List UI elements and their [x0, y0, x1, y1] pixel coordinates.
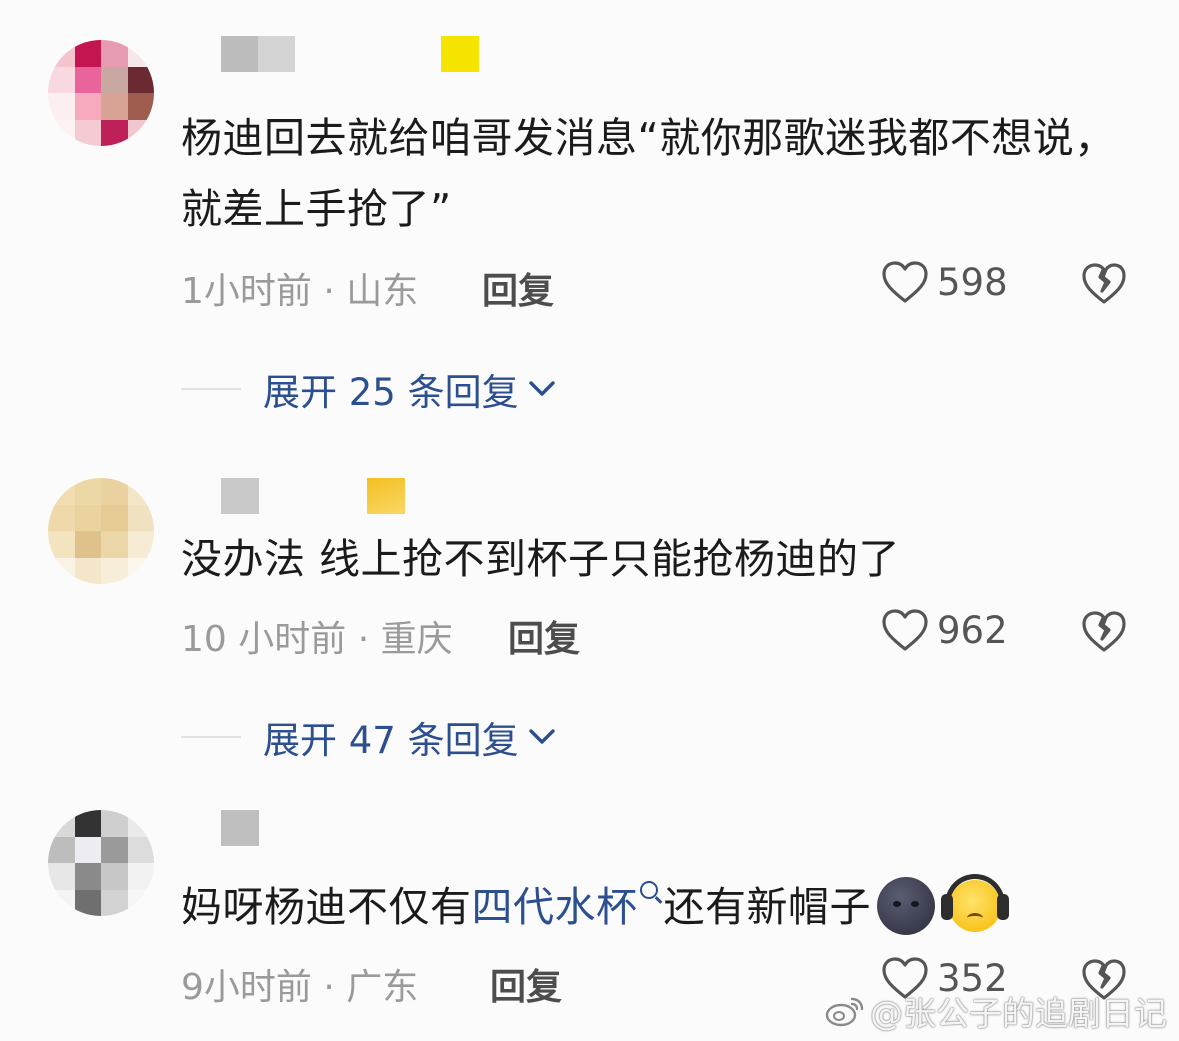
like-button[interactable]: 962 — [881, 607, 1008, 653]
expand-replies[interactable]: 展开 47 条回复 — [181, 710, 557, 764]
expand-replies-label: 展开 47 条回复 — [263, 719, 519, 762]
avatar[interactable] — [48, 810, 154, 916]
reply-button[interactable]: 回复 — [482, 262, 554, 314]
comment-meta: 9小时前 · 广东 — [181, 967, 419, 1008]
weibo-logo-icon — [825, 997, 864, 1027]
divider — [181, 736, 241, 738]
like-count: 598 — [937, 260, 1008, 304]
broken-heart-icon[interactable] — [1081, 609, 1127, 655]
chevron-down-icon — [528, 381, 555, 396]
topic-link[interactable]: 四代水杯 — [472, 883, 638, 931]
avatar[interactable] — [48, 478, 154, 584]
comment-text-body: 没办法 线上抢不到杯子只能抢杨迪的了 — [181, 535, 901, 583]
watermark-text: @张公子的追剧日记 — [870, 994, 1167, 1033]
heart-outline-icon — [882, 261, 928, 303]
comment-meta: 10 小时前 · 重庆 — [181, 619, 453, 660]
comment-text-tail: 还有新帽子 — [663, 883, 871, 931]
like-button[interactable]: 598 — [881, 259, 1008, 305]
avatar[interactable] — [48, 40, 154, 146]
new-moon-face-emoji — [877, 877, 935, 935]
expand-replies-label: 展开 25 条回复 — [263, 371, 519, 414]
username-redacted[interactable] — [221, 478, 259, 514]
heart-outline-icon — [882, 609, 928, 651]
divider — [181, 388, 241, 390]
chevron-down-icon — [528, 729, 555, 744]
watermark: @张公子的追剧日记 — [824, 987, 1167, 1035]
broken-heart-icon[interactable] — [1081, 261, 1127, 307]
reply-button[interactable]: 回复 — [508, 610, 580, 662]
headphones-face-emoji — [941, 874, 1009, 932]
reply-button[interactable]: 回复 — [490, 958, 562, 1010]
user-badge — [367, 478, 405, 514]
comment-text-body: 杨迪回去就给咱哥发消息“就你那歌迷我都不想说，就差上手抢了” — [181, 114, 1116, 233]
expand-replies[interactable]: 展开 25 条回复 — [181, 362, 557, 416]
user-badge — [441, 36, 479, 72]
username-redacted[interactable] — [221, 810, 259, 846]
comment-meta: 1小时前 · 山东 — [181, 271, 419, 312]
comment-text: 杨迪回去就给咱哥发消息“就你那歌迷我都不想说，就差上手抢了” — [181, 103, 1141, 245]
comment-text-body: 妈呀杨迪不仅有 — [181, 883, 472, 931]
comment-text: 妈呀杨迪不仅有四代水杯 还有新帽子 — [181, 872, 1141, 943]
comment-text: 没办法 线上抢不到杯子只能抢杨迪的了 — [181, 524, 1141, 595]
search-icon[interactable] — [639, 881, 658, 899]
like-count: 962 — [937, 608, 1008, 652]
username-redacted[interactable] — [221, 36, 295, 72]
